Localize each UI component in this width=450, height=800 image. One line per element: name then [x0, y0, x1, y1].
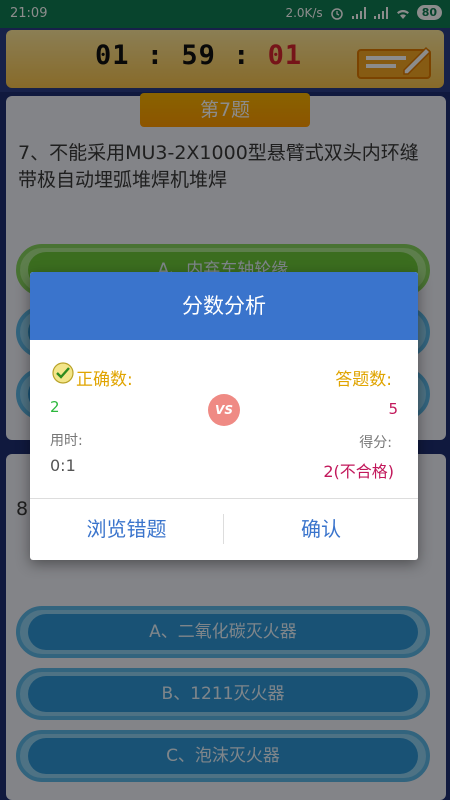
score-value: 2(不合格)	[323, 462, 394, 481]
correct-count-label: 正确数:	[76, 370, 133, 390]
checkmark-icon	[52, 362, 74, 384]
time-used-label: 用时:	[50, 433, 83, 449]
browse-wrong-answers-button[interactable]: 浏览错题	[30, 499, 223, 560]
answered-count-value: 5	[388, 400, 398, 418]
score-dialog: 分数分析 正确数: 答题数: 2 VS 5 用时: 0:1 得分: 2(不合格)…	[30, 272, 418, 560]
vs-badge: VS	[208, 394, 240, 426]
score-label: 得分:	[359, 435, 392, 451]
time-used-value: 0:1	[50, 456, 76, 475]
dialog-title: 分数分析	[30, 272, 418, 340]
confirm-button[interactable]: 确认	[224, 499, 418, 560]
answered-count-label: 答题数:	[335, 370, 392, 390]
correct-count-value: 2	[50, 398, 60, 416]
